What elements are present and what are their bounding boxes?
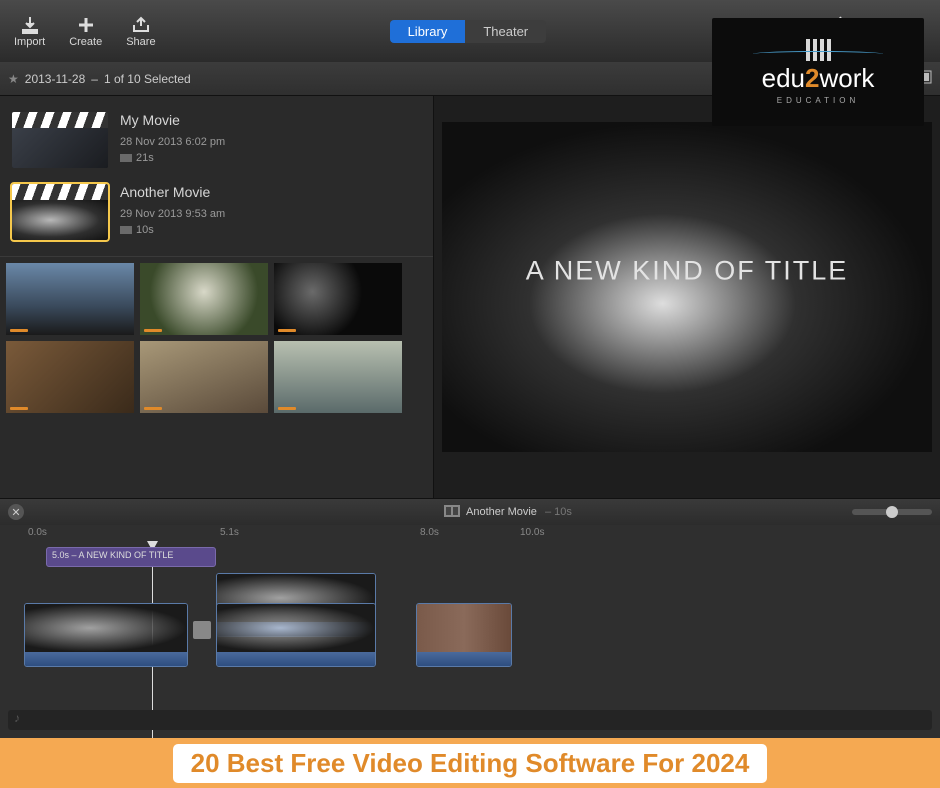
- import-icon: [19, 14, 41, 36]
- brand-logo-overlay: edu2work EDUCATION: [712, 18, 924, 126]
- star-icon[interactable]: ★: [8, 72, 19, 86]
- preview-pane: A NEW KIND OF TITLE: [434, 96, 940, 498]
- timeline-name: Another Movie: [466, 506, 537, 518]
- zoom-slider[interactable]: [852, 509, 932, 515]
- ruler-tick: 8.0s: [420, 527, 439, 538]
- timeline-tracks[interactable]: 5.0s – A NEW KIND OF TITLE: [0, 543, 940, 738]
- project-item[interactable]: Another Movie 29 Nov 2013 9:53 am 10s: [8, 176, 425, 248]
- share-icon: [130, 14, 152, 36]
- timeline-panel: ✕ Another Movie – 10s 0.0s 5.1s 8.0s 10.…: [0, 498, 940, 738]
- library-sidebar: My Movie 28 Nov 2013 6:02 pm 21s Another…: [0, 96, 434, 498]
- project-date: 2013-11-28: [25, 72, 86, 86]
- clip-thumb[interactable]: [274, 341, 402, 413]
- project-date: 28 Nov 2013 6:02 pm: [120, 136, 421, 148]
- import-label: Import: [14, 36, 45, 48]
- project-thumb: [12, 184, 108, 240]
- clip-browser: [0, 256, 433, 419]
- tab-library[interactable]: Library: [390, 20, 466, 43]
- footer-banner: 20 Best Free Video Editing Software For …: [0, 738, 940, 788]
- create-button[interactable]: Create: [69, 14, 102, 48]
- project-thumb: [12, 112, 108, 168]
- create-label: Create: [69, 36, 102, 48]
- project-date: 29 Nov 2013 9:53 am: [120, 208, 421, 220]
- video-clip[interactable]: [216, 603, 376, 667]
- transition-icon[interactable]: [193, 621, 211, 639]
- music-track[interactable]: [8, 710, 932, 730]
- clip-thumb[interactable]: [6, 263, 134, 335]
- timeline-film-icon: [444, 505, 460, 520]
- preview-frame[interactable]: A NEW KIND OF TITLE: [442, 122, 932, 452]
- ruler-tick: 5.1s: [220, 527, 239, 538]
- project-title: My Movie: [120, 112, 421, 128]
- timeline-duration: – 10s: [545, 506, 572, 518]
- import-button[interactable]: Import: [14, 14, 45, 48]
- filmstrip-icon: [120, 226, 132, 234]
- timeline-ruler[interactable]: 0.0s 5.1s 8.0s 10.0s: [0, 525, 940, 543]
- tab-theater[interactable]: Theater: [465, 20, 546, 43]
- logo-text: edu2work: [762, 63, 875, 94]
- view-segment: Library Theater: [390, 20, 547, 43]
- project-item[interactable]: My Movie 28 Nov 2013 6:02 pm 21s: [8, 104, 425, 176]
- logo-swoosh-icon: [753, 51, 883, 57]
- title-clip[interactable]: 5.0s – A NEW KIND OF TITLE: [46, 547, 216, 567]
- share-label: Share: [126, 36, 155, 48]
- ruler-tick: 0.0s: [28, 527, 47, 538]
- separator: –: [91, 72, 98, 86]
- clip-thumb[interactable]: [6, 341, 134, 413]
- project-duration: 21s: [136, 152, 154, 164]
- plus-icon: [75, 14, 97, 36]
- filmstrip-icon: [120, 154, 132, 162]
- clip-thumb[interactable]: [140, 263, 268, 335]
- footer-headline: 20 Best Free Video Editing Software For …: [173, 744, 768, 783]
- share-button[interactable]: Share: [126, 14, 155, 48]
- close-timeline-button[interactable]: ✕: [8, 504, 24, 520]
- logo-subtext: EDUCATION: [777, 96, 860, 105]
- preview-title-text: A NEW KIND OF TITLE: [526, 255, 849, 286]
- project-title: Another Movie: [120, 184, 421, 200]
- logo-bars-icon: [806, 39, 831, 61]
- clip-thumb[interactable]: [140, 341, 268, 413]
- ruler-tick: 10.0s: [520, 527, 544, 538]
- video-clip[interactable]: [416, 603, 512, 667]
- clip-thumb[interactable]: [274, 263, 402, 335]
- video-clip[interactable]: [24, 603, 188, 667]
- project-duration: 10s: [136, 224, 154, 236]
- selection-status: 1 of 10 Selected: [104, 72, 191, 86]
